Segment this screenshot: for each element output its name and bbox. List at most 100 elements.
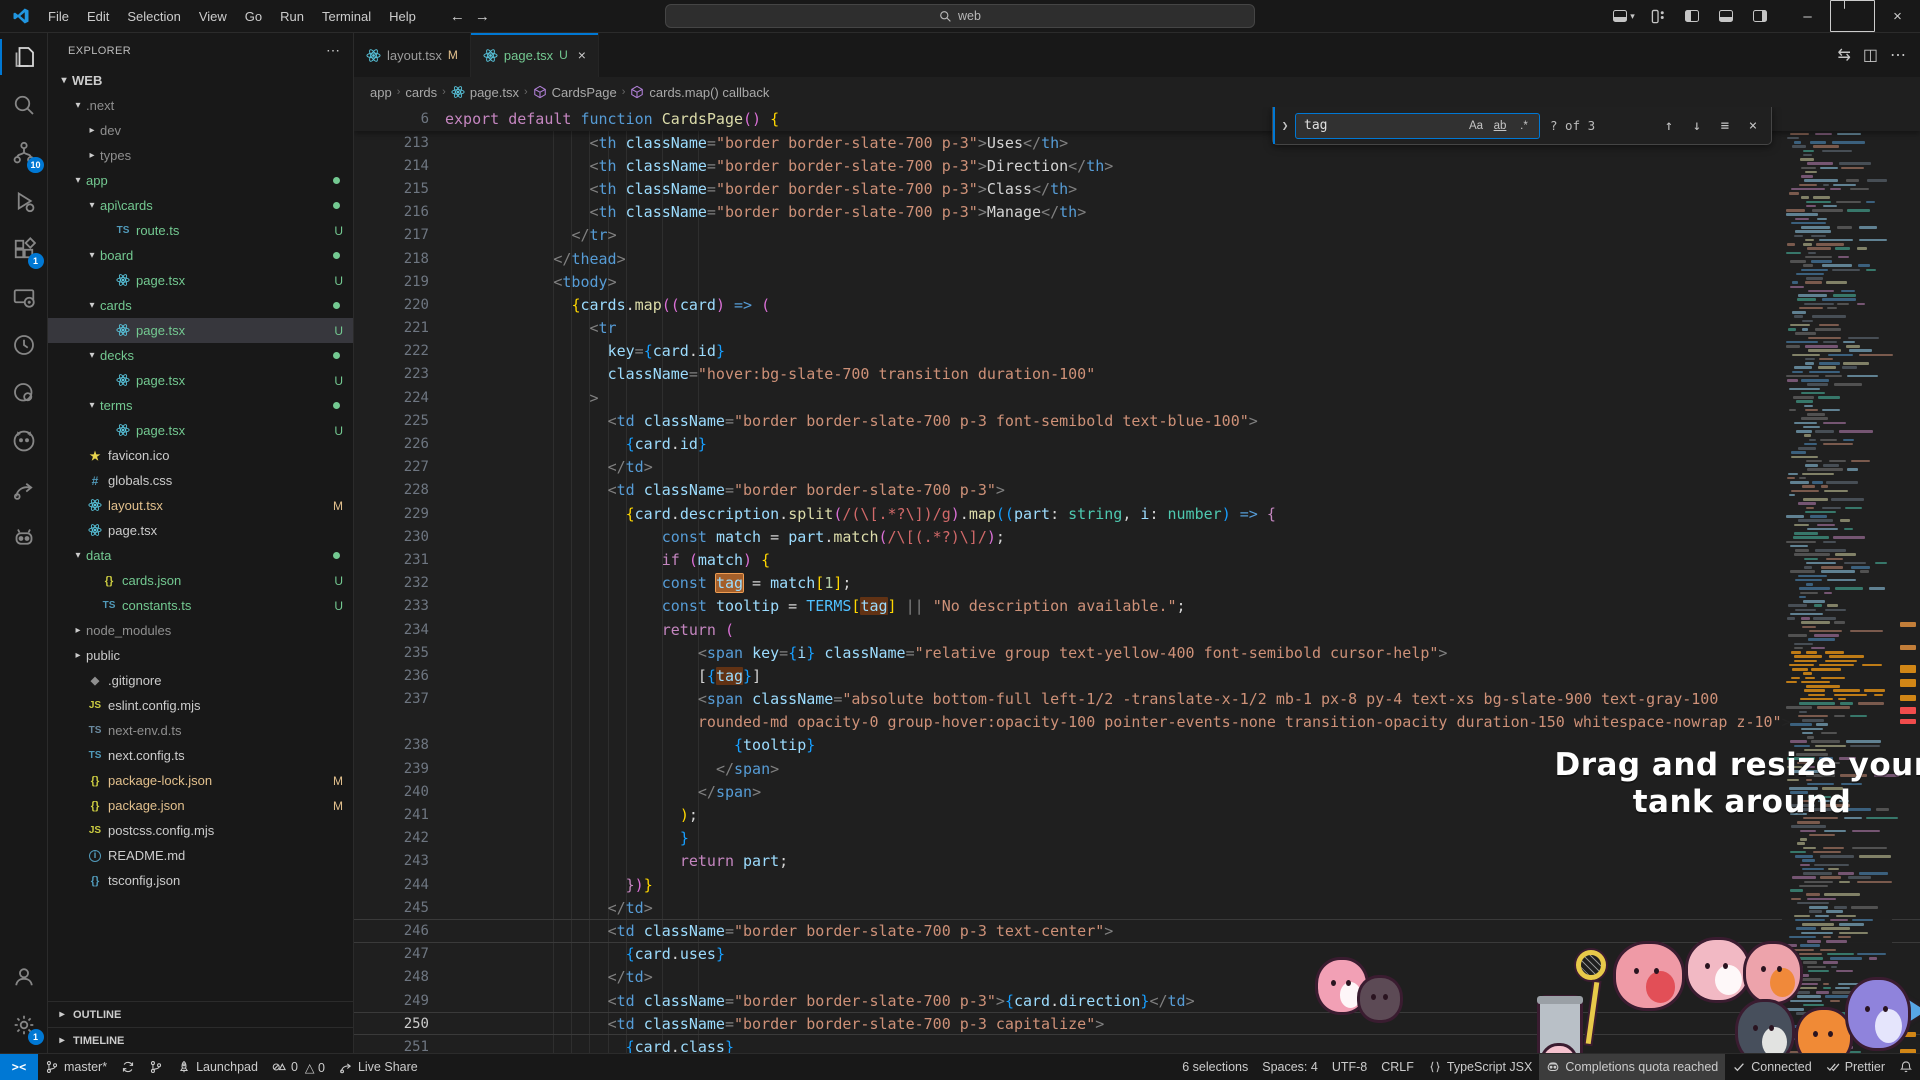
code-line-228[interactable]: 228 <td className="border border-slate-7… — [354, 479, 1920, 502]
tree-item-page.tsx[interactable]: page.tsx — [48, 518, 353, 543]
code-line-214[interactable]: 214 <th className="border border-slate-7… — [354, 154, 1920, 177]
status-git-branch[interactable]: master* — [38, 1054, 114, 1080]
code-line-231[interactable]: 231 if (match) { — [354, 548, 1920, 571]
code-line-219[interactable]: 219 <tbody> — [354, 270, 1920, 293]
toggle-secondary-sidebar-icon[interactable] — [1745, 3, 1775, 29]
tree-item-layout.tsx[interactable]: layout.tsxM — [48, 493, 353, 518]
code-line-236[interactable]: 236 [{tag}] — [354, 664, 1920, 687]
find-input[interactable]: tag Aa ab .* — [1295, 113, 1540, 139]
tree-item-constants.ts[interactable]: TSconstants.tsU — [48, 593, 353, 618]
code-line-225[interactable]: 225 <td className="border border-slate-7… — [354, 409, 1920, 432]
breadcrumb-item[interactable]: page.tsx — [470, 85, 519, 100]
tree-item-globals.css[interactable]: #globals.css — [48, 468, 353, 493]
menu-run[interactable]: Run — [272, 6, 312, 27]
tree-item-board[interactable]: ▾board — [48, 243, 353, 268]
activity-remote-explorer[interactable] — [0, 273, 48, 321]
find-toggle-replace-chevron[interactable]: ❯ — [1273, 107, 1295, 144]
pet-fish[interactable] — [1318, 960, 1366, 1012]
menu-help[interactable]: Help — [381, 6, 424, 27]
code-line-235[interactable]: 235 <span key={i} className="relative gr… — [354, 641, 1920, 664]
code-editor[interactable]: 6export default function CardsPage() { 2… — [354, 107, 1920, 1053]
tree-item-api-cards[interactable]: ▾api\cards — [48, 193, 353, 218]
tree-item-favicon.ico[interactable]: ★favicon.ico — [48, 443, 353, 468]
activity-run-and-debug[interactable] — [0, 177, 48, 225]
explorer-more-actions[interactable]: ⋯ — [326, 42, 341, 59]
tree-item-dev[interactable]: ▸dev — [48, 118, 353, 143]
activity-pets-extension[interactable] — [0, 513, 48, 561]
status-sync-changes[interactable] — [114, 1054, 142, 1080]
find-close-button[interactable]: × — [1741, 114, 1765, 138]
menu-file[interactable]: File — [40, 6, 77, 27]
status-encoding[interactable]: UTF-8 — [1325, 1054, 1374, 1080]
command-center-search[interactable]: web — [665, 4, 1255, 28]
status-notifications[interactable] — [1892, 1054, 1920, 1080]
tree-item-eslint.config.mjs[interactable]: JSeslint.config.mjs — [48, 693, 353, 718]
code-line-251[interactable]: 251 {card.class} — [354, 1035, 1920, 1053]
menu-terminal[interactable]: Terminal — [314, 6, 379, 27]
status-eol[interactable]: CRLF — [1374, 1054, 1421, 1080]
pet-fish[interactable] — [1616, 944, 1682, 1008]
pet-net[interactable] — [1576, 950, 1606, 980]
code-line-243[interactable]: 243 return part; — [354, 850, 1920, 873]
pet-fish[interactable] — [1688, 940, 1748, 1000]
status-copilot-status[interactable]: Completions quota reached — [1539, 1054, 1725, 1080]
status-connection-status[interactable]: Connected — [1725, 1054, 1818, 1080]
overview-ruler[interactable] — [1892, 107, 1920, 1053]
tree-item-page.tsx[interactable]: page.tsxU — [48, 268, 353, 293]
tree-item-tsconfig.json[interactable]: {}tsconfig.json — [48, 868, 353, 893]
activity-search[interactable] — [0, 81, 48, 129]
code-line-216[interactable]: 216 <th className="border border-slate-7… — [354, 201, 1920, 224]
tree-item-.next[interactable]: ▾.next — [48, 93, 353, 118]
status-live-share[interactable]: Live Share — [332, 1054, 425, 1080]
tree-item-types[interactable]: ▸types — [48, 143, 353, 168]
tree-item-page.tsx[interactable]: page.tsxU — [48, 368, 353, 393]
status-branch-secondary[interactable] — [142, 1054, 170, 1080]
status-indentation[interactable]: Spaces: 4 — [1255, 1054, 1325, 1080]
tab-close-icon[interactable]: × — [578, 47, 586, 63]
tree-item-postcss.config.mjs[interactable]: JSpostcss.config.mjs — [48, 818, 353, 843]
tree-item-data[interactable]: ▾data — [48, 543, 353, 568]
tab-page.tsx[interactable]: page.tsx U × — [471, 33, 599, 77]
tree-item-.gitignore[interactable]: ◆.gitignore — [48, 668, 353, 693]
pet-fish[interactable] — [1798, 1010, 1850, 1053]
tree-item-public[interactable]: ▸public — [48, 643, 353, 668]
nav-forward-button[interactable]: → — [475, 8, 490, 25]
activity-extensions[interactable]: 1 — [0, 225, 48, 273]
breadcrumb-item[interactable]: app — [370, 85, 392, 100]
activity-gitlens[interactable] — [0, 369, 48, 417]
minimap[interactable] — [1782, 107, 1892, 1053]
status-formatter-status[interactable]: Prettier — [1819, 1054, 1892, 1080]
panel-layout-dropdown[interactable]: ▾ — [1609, 3, 1639, 29]
code-line-249[interactable]: 249 <td className="border border-slate-7… — [354, 989, 1920, 1012]
close-button[interactable]: × — [1875, 0, 1920, 32]
restore-button[interactable] — [1830, 0, 1875, 32]
code-line-230[interactable]: 230 const match = part.match(/\[(.*?)\]/… — [354, 525, 1920, 548]
code-line-220[interactable]: 220 {cards.map((card) => ( — [354, 293, 1920, 316]
tree-item-next.config.ts[interactable]: TSnext.config.ts — [48, 743, 353, 768]
pet-fish[interactable] — [1738, 1002, 1792, 1053]
code-line-223[interactable]: 223 className="hover:bg-slate-700 transi… — [354, 363, 1920, 386]
code-line-217[interactable]: 217 </tr> — [354, 224, 1920, 247]
tree-item-readme.md[interactable]: iREADME.md — [48, 843, 353, 868]
activity-live-share[interactable] — [0, 465, 48, 513]
code-line-242[interactable]: 242 } — [354, 827, 1920, 850]
activity-source-control[interactable]: 10 — [0, 129, 48, 177]
pet-fish[interactable] — [1360, 978, 1400, 1020]
tree-item-page.tsx[interactable]: page.tsxU — [48, 418, 353, 443]
sidebar-section-timeline[interactable]: ▸ TIMELINE — [48, 1027, 353, 1053]
code-line-237[interactable]: 237 <span className="absolute bottom-ful… — [354, 688, 1920, 711]
tree-item-page.tsx[interactable]: page.tsxU — [48, 318, 353, 343]
find-next-button[interactable]: ↓ — [1685, 114, 1709, 138]
pet-fish[interactable] — [1848, 980, 1908, 1048]
breadcrumb-item[interactable]: cards — [405, 85, 437, 100]
tab-layout.tsx[interactable]: layout.tsx M — [354, 33, 471, 77]
customize-layout-icon[interactable] — [1643, 3, 1673, 29]
activity-accounts[interactable] — [0, 953, 48, 1001]
activity-settings[interactable]: 1 — [0, 1001, 48, 1049]
code-line-246[interactable]: 246 <td className="border border-slate-7… — [354, 919, 1920, 942]
code-line-250[interactable]: 250 <td className="border border-slate-7… — [354, 1012, 1920, 1035]
breadcrumb-item[interactable]: CardsPage — [552, 85, 617, 100]
editor-action-1[interactable]: ◫ — [1863, 45, 1878, 65]
tree-item-app[interactable]: ▾app — [48, 168, 353, 193]
code-line-234[interactable]: 234 return ( — [354, 618, 1920, 641]
